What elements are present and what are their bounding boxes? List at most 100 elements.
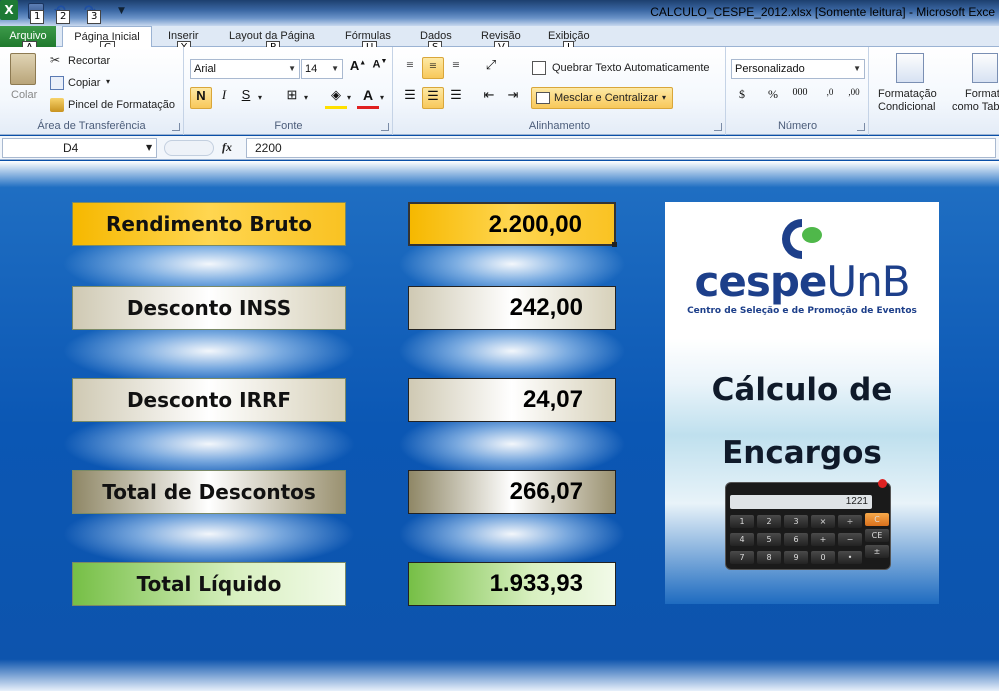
calc-key: 2: [757, 515, 781, 528]
grow-font-icon[interactable]: A▲: [347, 58, 369, 80]
font-color-dropdown-icon[interactable]: ▾: [380, 93, 384, 102]
currency-icon[interactable]: $: [731, 87, 753, 109]
font-name-dropdown-icon[interactable]: ▼: [288, 60, 296, 78]
number-format-dropdown-icon[interactable]: ▼: [853, 60, 861, 78]
font-size-combo[interactable]: 14 ▼: [301, 59, 343, 79]
wrap-text-icon[interactable]: [532, 61, 546, 75]
align-right-icon[interactable]: ☰: [445, 87, 467, 109]
font-size-dropdown-icon[interactable]: ▼: [331, 60, 339, 78]
underline-dropdown-icon[interactable]: ▾: [258, 93, 262, 102]
name-box[interactable]: D4: [2, 138, 157, 158]
value-total-descontos[interactable]: 266,07: [408, 470, 616, 514]
fill-handle[interactable]: [612, 242, 617, 247]
number-launcher-icon[interactable]: [857, 123, 865, 131]
align-bottom-icon[interactable]: ≡: [445, 57, 467, 79]
align-middle-icon[interactable]: ≡: [422, 57, 444, 79]
decrease-decimal-icon[interactable]: ,00: [843, 87, 865, 109]
excel-app-icon[interactable]: X: [0, 0, 18, 20]
borders-dropdown-icon[interactable]: ▾: [304, 93, 308, 102]
cespe-logo-text: cespeUnB: [665, 257, 939, 306]
keytip-save: 1: [30, 10, 45, 24]
copy-icon[interactable]: [50, 76, 64, 90]
format-painter-button[interactable]: Pincel de Formatação: [68, 99, 175, 111]
conditional-formatting-label-1[interactable]: Formatação: [878, 88, 937, 100]
name-box-dropdown-icon[interactable]: ▼: [146, 143, 152, 152]
shrink-font-icon[interactable]: A▼: [369, 58, 391, 80]
align-top-icon[interactable]: ≡: [399, 57, 421, 79]
percent-icon[interactable]: %: [762, 87, 784, 109]
worksheet[interactable]: Rendimento Bruto Desconto INSS Desconto …: [0, 161, 999, 691]
calc-key: 0: [811, 551, 835, 564]
paste-icon[interactable]: [10, 53, 36, 85]
calc-key: ±: [865, 545, 889, 558]
cespe-logo-subtitle: Centro de Seleção e de Promoção de Event…: [687, 306, 917, 316]
increase-decimal-icon[interactable]: ,0: [819, 87, 841, 109]
decrease-indent-icon[interactable]: ⇤: [478, 87, 500, 109]
paste-label[interactable]: Colar: [11, 89, 37, 101]
font-launcher-icon[interactable]: [381, 123, 389, 131]
calc-key: 7: [730, 551, 754, 564]
value-total-liquido[interactable]: 1.933,93: [408, 562, 616, 606]
formula-bar-handle[interactable]: [164, 140, 214, 156]
insert-function-icon[interactable]: fx: [222, 140, 232, 155]
ribbon: Colar ✂ Recortar Copiar ▾ Pincel de Form…: [0, 47, 999, 135]
label-desconto-inss[interactable]: Desconto INSS: [72, 286, 346, 330]
label-total-liquido[interactable]: Total Líquido: [72, 562, 346, 606]
merge-center-icon: [536, 92, 550, 104]
window-title: CALCULO_CESPE_2012.xlsx [Somente leitura…: [650, 5, 995, 19]
fill-color-icon[interactable]: ◈: [325, 87, 347, 109]
cespe-logo-bold: cespe: [694, 257, 827, 306]
cut-icon[interactable]: ✂: [50, 53, 64, 67]
bold-button[interactable]: N: [190, 87, 212, 109]
format-as-table-label-2[interactable]: como Tab: [952, 101, 999, 113]
font-name-combo[interactable]: Arial ▼: [190, 59, 300, 79]
calc-key: 1: [730, 515, 754, 528]
formula-input[interactable]: 2200: [246, 138, 996, 158]
value-rendimento-bruto[interactable]: 2.200,00: [408, 202, 616, 246]
copy-button[interactable]: Copiar: [68, 77, 100, 89]
number-group-label: Número: [777, 120, 818, 132]
title-bar: X 1 ↶ 2 ↷ 3 ▼ CALCULO_CESPE_2012.xlsx [S…: [0, 0, 999, 26]
value-desconto-irrf[interactable]: 24,07: [408, 378, 616, 422]
conditional-formatting-icon[interactable]: [896, 53, 924, 83]
calc-key: +: [811, 533, 835, 546]
alignment-launcher-icon[interactable]: [714, 123, 722, 131]
format-as-table-icon[interactable]: [972, 53, 998, 83]
merge-center-button[interactable]: Mesclar e Centralizar ▾: [531, 87, 673, 109]
orientation-icon[interactable]: ⤢: [480, 57, 502, 79]
customize-toolbar-icon[interactable]: ▼: [118, 3, 134, 19]
borders-icon[interactable]: ⊞: [281, 87, 303, 109]
calculator-icon: 1221 1 2 3 × ÷ C 4 5 6 + − CE 7 8 9 0 • …: [725, 479, 891, 570]
align-center-icon[interactable]: ☰: [422, 87, 444, 109]
calc-close-icon: [878, 479, 887, 488]
underline-button[interactable]: S: [235, 87, 257, 109]
align-left-icon[interactable]: ☰: [399, 87, 421, 109]
number-format-combo[interactable]: Personalizado ▼: [731, 59, 865, 79]
conditional-formatting-label-2[interactable]: Condicional: [878, 101, 935, 113]
wrap-text-button[interactable]: Quebrar Texto Automaticamente: [552, 62, 710, 74]
format-as-table-label-1[interactable]: Format: [965, 88, 999, 100]
label-total-descontos[interactable]: Total de Descontos: [72, 470, 346, 514]
italic-button[interactable]: I: [213, 87, 235, 109]
cespe-card: cespeUnB Centro de Seleção e de Promoção…: [665, 202, 939, 604]
number-format-value: Personalizado: [735, 63, 805, 75]
label-desconto-irrf[interactable]: Desconto IRRF: [72, 378, 346, 422]
font-color-icon[interactable]: A: [357, 87, 379, 109]
format-painter-icon[interactable]: [50, 98, 64, 112]
cespe-logo-light: UnB: [826, 257, 910, 306]
ribbon-tabs: Arquivo A Página Inicial C Inserir Y Lay…: [0, 26, 999, 55]
cespe-logo-mark-icon: [782, 219, 822, 259]
label-rendimento-bruto[interactable]: Rendimento Bruto: [72, 202, 346, 246]
increase-indent-icon[interactable]: ⇥: [502, 87, 524, 109]
thousands-separator-icon[interactable]: 000: [789, 87, 811, 109]
copy-dropdown-icon[interactable]: ▾: [106, 77, 110, 86]
alignment-group-label: Alinhamento: [528, 120, 591, 132]
clipboard-launcher-icon[interactable]: [172, 123, 180, 131]
calc-key: ÷: [838, 515, 862, 528]
value-desconto-inss[interactable]: 242,00: [408, 286, 616, 330]
fill-color-dropdown-icon[interactable]: ▾: [347, 93, 351, 102]
calc-key: 5: [757, 533, 781, 546]
cut-button[interactable]: Recortar: [68, 55, 110, 67]
calc-key: CE: [865, 529, 889, 542]
merge-dropdown-icon[interactable]: ▾: [662, 93, 666, 102]
